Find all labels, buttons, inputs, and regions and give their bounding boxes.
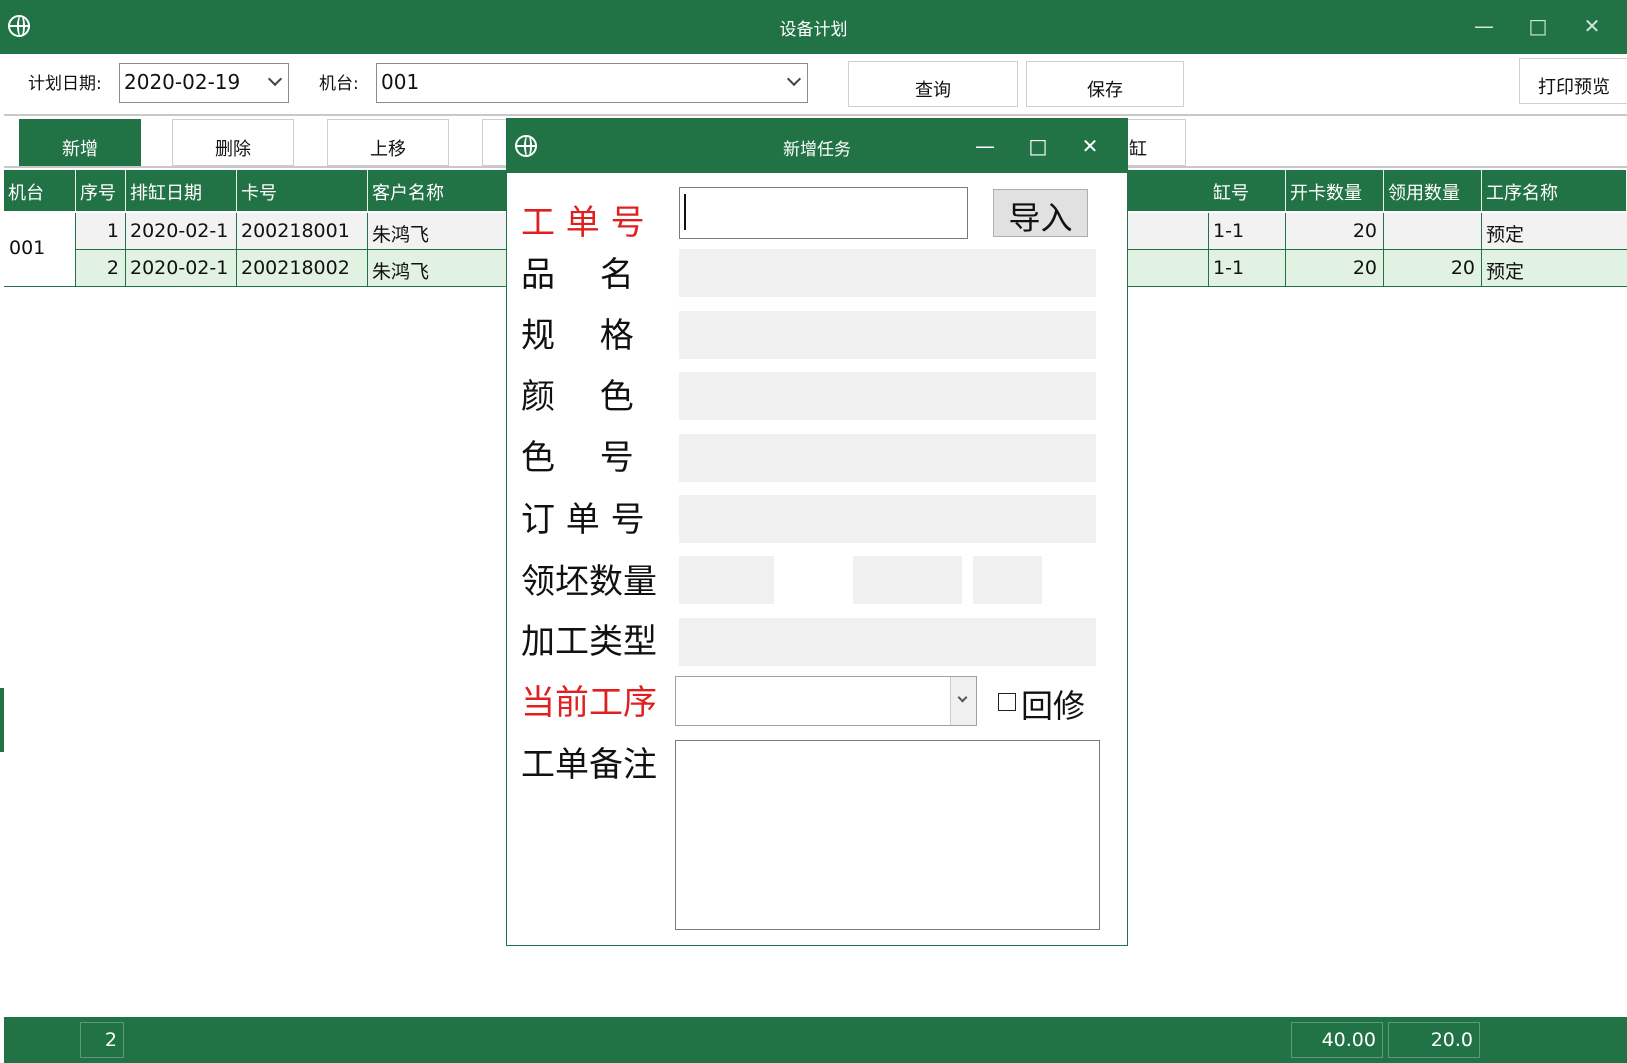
column-header[interactable]: 机台 <box>4 170 76 211</box>
seq-cell: 2 <box>76 250 126 287</box>
main-title-bar: 设备计划 — □ ✕ <box>0 0 1627 54</box>
spec-label: 规 格 <box>521 316 634 356</box>
window-title: 设备计划 <box>779 20 848 40</box>
status-bar: 2 40.00 20.0 <box>4 1017 1627 1063</box>
process-cell: 预定 <box>1482 213 1627 250</box>
delete-button[interactable]: 删除 <box>172 119 294 166</box>
close-icon[interactable]: ✕ <box>1578 14 1606 38</box>
used-qty-total: 20.0 <box>1388 1022 1480 1058</box>
process-type-field <box>679 618 1096 666</box>
left-edge-accent <box>0 688 4 752</box>
used-qty-cell: 20 <box>1384 250 1482 287</box>
chevron-down-icon <box>957 692 968 703</box>
product-name-field <box>679 249 1096 297</box>
card-cell: 200218002 <box>237 250 368 287</box>
minimize-icon[interactable]: — <box>970 133 1000 159</box>
product-name-label: 品 名 <box>521 255 634 295</box>
column-header[interactable]: 卡号 <box>237 170 368 211</box>
rework-checkbox[interactable] <box>998 693 1016 711</box>
maximize-icon[interactable]: □ <box>1524 14 1552 38</box>
process-cell: 预定 <box>1482 250 1627 287</box>
grey-qty-label: 领坯数量 <box>521 562 657 602</box>
move-up-button[interactable]: 上移 <box>327 119 449 166</box>
process-type-label: 加工类型 <box>521 622 657 662</box>
print-preview-button[interactable]: 打印预览 <box>1519 58 1627 104</box>
save-button[interactable]: 保存 <box>1026 61 1184 107</box>
machine-label: 机台: <box>319 74 359 94</box>
plan-date-label: 计划日期: <box>28 74 102 94</box>
query-button[interactable]: 查询 <box>848 61 1018 107</box>
grey-qty-extra-field <box>973 556 1042 604</box>
open-qty-cell: 20 <box>1286 213 1384 250</box>
column-header[interactable]: 开卡数量 <box>1286 170 1384 211</box>
blank-cell <box>1124 250 1209 287</box>
machine-group-cell[interactable]: 001 <box>4 213 76 287</box>
blank-cell <box>1124 213 1209 250</box>
machine-value: 001 <box>381 70 420 94</box>
spec-field <box>679 311 1096 359</box>
remark-textarea[interactable] <box>675 740 1100 930</box>
chevron-down-icon <box>786 71 802 87</box>
color-field <box>679 372 1096 420</box>
import-button[interactable]: 导入 <box>993 189 1088 237</box>
color-no-field <box>679 434 1096 482</box>
work-order-input[interactable] <box>679 187 968 239</box>
current-process-label: 当前工序 <box>521 683 657 723</box>
maximize-icon[interactable]: □ <box>1023 133 1053 159</box>
used-qty-cell <box>1384 213 1482 250</box>
column-header[interactable]: 领用数量 <box>1384 170 1482 211</box>
open-qty-total: 40.00 <box>1291 1022 1383 1058</box>
machine-select[interactable]: 001 <box>376 63 808 103</box>
column-header[interactable]: 缸号 <box>1209 170 1286 211</box>
order-no-field <box>679 495 1096 543</box>
plan-date-value: 2020-02-19 <box>124 70 241 94</box>
current-process-select[interactable] <box>675 676 977 726</box>
color-label: 颜 色 <box>521 377 634 417</box>
rework-label: 回修 <box>1021 687 1086 725</box>
seq-cell: 1 <box>76 213 126 250</box>
vat-cell: 1-1 <box>1209 250 1286 287</box>
grey-qty-field <box>679 556 774 604</box>
dropdown-button[interactable] <box>950 677 976 725</box>
add-button[interactable]: 新增 <box>19 119 141 166</box>
column-header[interactable]: 排缸日期 <box>126 170 237 211</box>
plan-date-picker[interactable]: 2020-02-19 <box>119 63 289 103</box>
order-no-label: 订 单 号 <box>521 500 645 540</box>
grey-qty-unit-field <box>853 556 962 604</box>
record-count: 2 <box>80 1022 124 1058</box>
column-header[interactable]: 工序名称 <box>1482 170 1627 211</box>
chevron-down-icon <box>267 71 283 87</box>
close-icon[interactable]: ✕ <box>1075 133 1105 159</box>
date-cell: 2020-02-1 <box>126 213 237 250</box>
dialog-title-bar[interactable]: 新增任务 — □ ✕ <box>507 119 1127 173</box>
vat-cell: 1-1 <box>1209 213 1286 250</box>
date-cell: 2020-02-1 <box>126 250 237 287</box>
query-toolbar: 计划日期: 2020-02-19 机台: 001 查询 保存 打印预览 <box>4 54 1627 116</box>
vat-button[interactable]: 缸 <box>1124 119 1186 166</box>
minimize-icon[interactable]: — <box>1470 14 1498 38</box>
text-caret <box>684 194 686 230</box>
color-no-label: 色 号 <box>521 438 634 478</box>
work-order-label: 工 单 号 <box>521 203 645 243</box>
column-header[interactable]: 序号 <box>76 170 126 211</box>
open-qty-cell: 20 <box>1286 250 1384 287</box>
card-cell: 200218001 <box>237 213 368 250</box>
remark-label: 工单备注 <box>521 745 657 785</box>
add-task-dialog: 新增任务 — □ ✕ 工 单 号 导入 品 名 规 格 颜 色 色 号 订 单 … <box>506 118 1128 946</box>
